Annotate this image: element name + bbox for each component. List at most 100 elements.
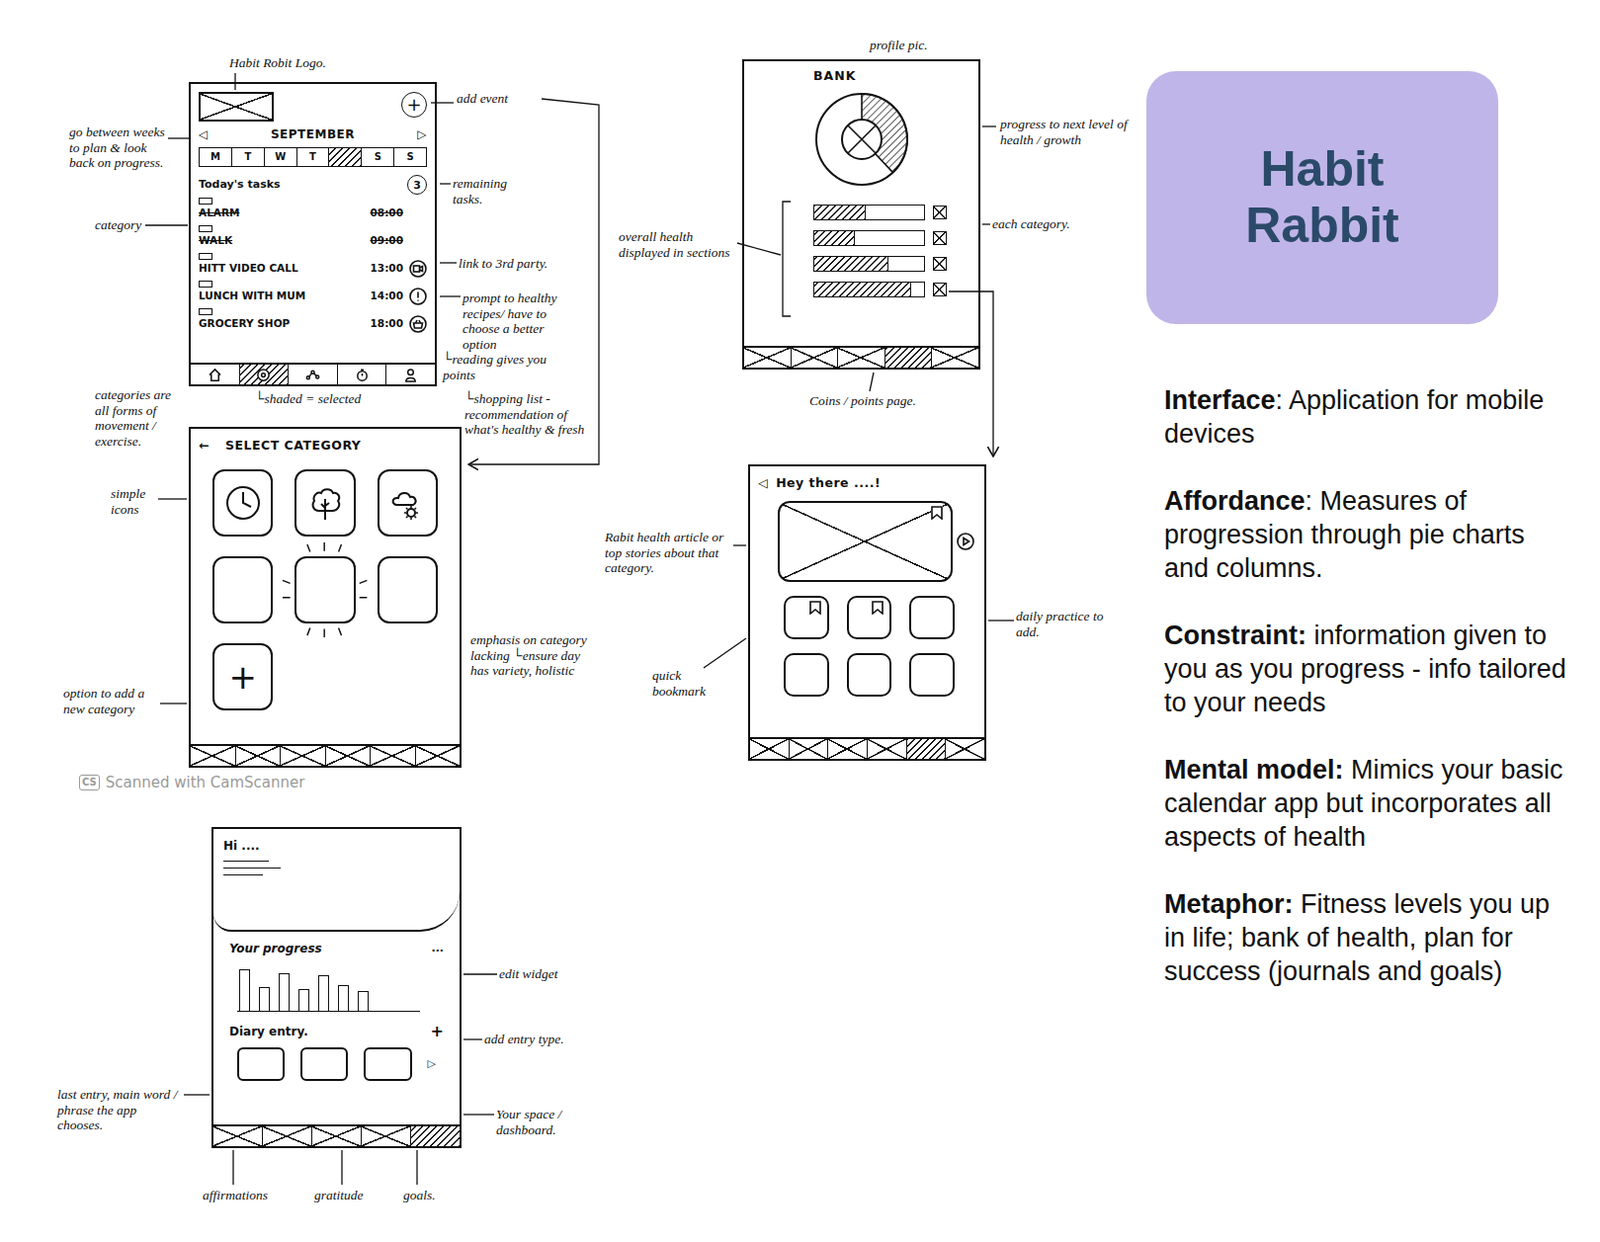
category-tile[interactable] [294,469,355,537]
task-time: 18:00 [370,316,404,333]
category-tile[interactable]: + [212,643,273,711]
article-image[interactable] [777,501,953,583]
nav-tab[interactable] [867,739,908,759]
nav-tab[interactable] [386,364,435,385]
category-fill [814,231,855,246]
nav-tab[interactable] [361,1126,412,1147]
activity-icon [255,367,271,383]
diary-entry[interactable] [237,1047,285,1082]
nav-tab[interactable] [280,746,327,766]
nav-tab[interactable] [370,746,417,766]
diary-entry[interactable] [300,1047,348,1082]
practice-tile[interactable] [846,595,893,640]
task-item[interactable]: ALARM08:00 [198,197,427,223]
category-icon [932,205,947,220]
principle-item: Metaphor: Fitness levels you up in life;… [1164,887,1571,989]
nav-tab[interactable] [337,364,388,385]
category-icon [932,282,947,297]
day-cell[interactable]: T [232,148,265,167]
task-item[interactable]: WALK 09:00 [198,225,427,251]
principle-item: Affordance: Measures of progression thro… [1164,484,1571,586]
task-name: WALK [198,233,365,250]
clock-icon [223,483,263,523]
month-label: SEPTEMBER [270,125,355,144]
remaining-count: 3 [407,174,427,195]
category-row [744,230,979,247]
principle-list: Interface: Application for mobile device… [1146,383,1600,989]
diary-title: Diary entry. [229,1022,309,1041]
back-button[interactable]: ← [198,436,210,456]
task-name: GROCERY SHOP [198,316,365,333]
nav-tab[interactable] [750,739,790,759]
category-tile[interactable] [212,469,273,537]
add-entry-button[interactable]: + [430,1019,444,1044]
add-category-button[interactable]: + [228,660,257,694]
day-cell[interactable]: S [394,148,426,167]
category-tile[interactable] [212,556,273,624]
day-cell[interactable]: S [361,148,395,167]
annotation: └shopping list - recommendation of what'… [464,391,593,438]
nav-tab[interactable] [789,739,830,759]
category-tile[interactable] [377,556,438,624]
nav-tab[interactable] [945,739,985,759]
back-button[interactable]: ◁ [757,474,768,494]
task-item[interactable]: HITT VIDEO CALL13:00 [198,252,427,278]
nav-tab[interactable] [907,739,947,759]
principle-item: Constraint: information given to you as … [1164,618,1571,720]
practice-grid [750,582,985,705]
diary-entry[interactable] [363,1047,412,1082]
principle-term: Affordance [1164,486,1306,516]
practice-tile[interactable] [783,653,830,697]
next-entries-button[interactable]: ▷ [427,1056,436,1074]
nav-tab[interactable] [931,347,979,368]
task-item[interactable]: GROCERY SHOP 18:00 [198,308,427,334]
annotation: Habit Robit Logo. [229,55,327,72]
task-time: 09:00 [370,233,404,250]
practice-tile[interactable] [909,653,955,697]
next-week-button[interactable]: ▷ [417,125,427,144]
scanner-watermark: CSScanned with CamScanner [79,771,305,795]
nav-tab[interactable] [312,1126,362,1147]
nav-tab[interactable] [262,1126,313,1147]
task-name: LUNCH WITH MUM [198,288,365,305]
annotation: emphasis on category lacking └ensure day… [470,632,599,679]
play-icon [956,532,975,551]
nav-tab[interactable] [791,347,840,368]
category-tile[interactable] [377,469,438,537]
nav-tab[interactable] [744,347,792,368]
category-icon [932,231,947,246]
nav-tab[interactable] [838,347,886,368]
nav-tab[interactable] [240,364,290,385]
edit-widget-button[interactable]: ... [430,940,444,958]
day-cell[interactable]: W [264,148,298,167]
annotation: each category. [992,216,1071,233]
nav-tab[interactable] [190,746,237,766]
practice-tile[interactable] [909,595,955,640]
nav-tab[interactable] [236,746,282,766]
category-row [744,255,979,272]
category-tile[interactable] [294,556,355,624]
nav-tab[interactable] [190,364,241,385]
nav-tab[interactable] [411,1126,460,1147]
annotation: Your space / dashboard. [496,1106,625,1138]
nav-tab[interactable] [416,746,461,766]
nav-tab[interactable] [288,364,338,385]
add-event-button[interactable]: + [401,91,427,118]
category-fill [814,282,912,297]
task-name: ALARM [198,205,365,222]
annotation: └reading gives you points [442,351,582,383]
category-row [744,281,979,298]
task-item[interactable]: LUNCH WITH MUM14:00 [198,280,427,306]
day-cell[interactable]: M [199,148,233,167]
practice-tile[interactable] [846,653,893,697]
screen-title: SELECT CATEGORY [225,436,361,456]
annotation: category [94,217,142,234]
nav-tab[interactable] [828,739,868,759]
day-cell[interactable] [329,148,362,167]
practice-tile[interactable] [783,595,830,640]
nav-tab[interactable] [885,347,933,368]
day-cell[interactable]: T [297,148,331,167]
nav-tab[interactable] [213,1126,263,1147]
previous-week-button[interactable]: ◁ [198,125,209,144]
nav-tab[interactable] [326,746,372,766]
